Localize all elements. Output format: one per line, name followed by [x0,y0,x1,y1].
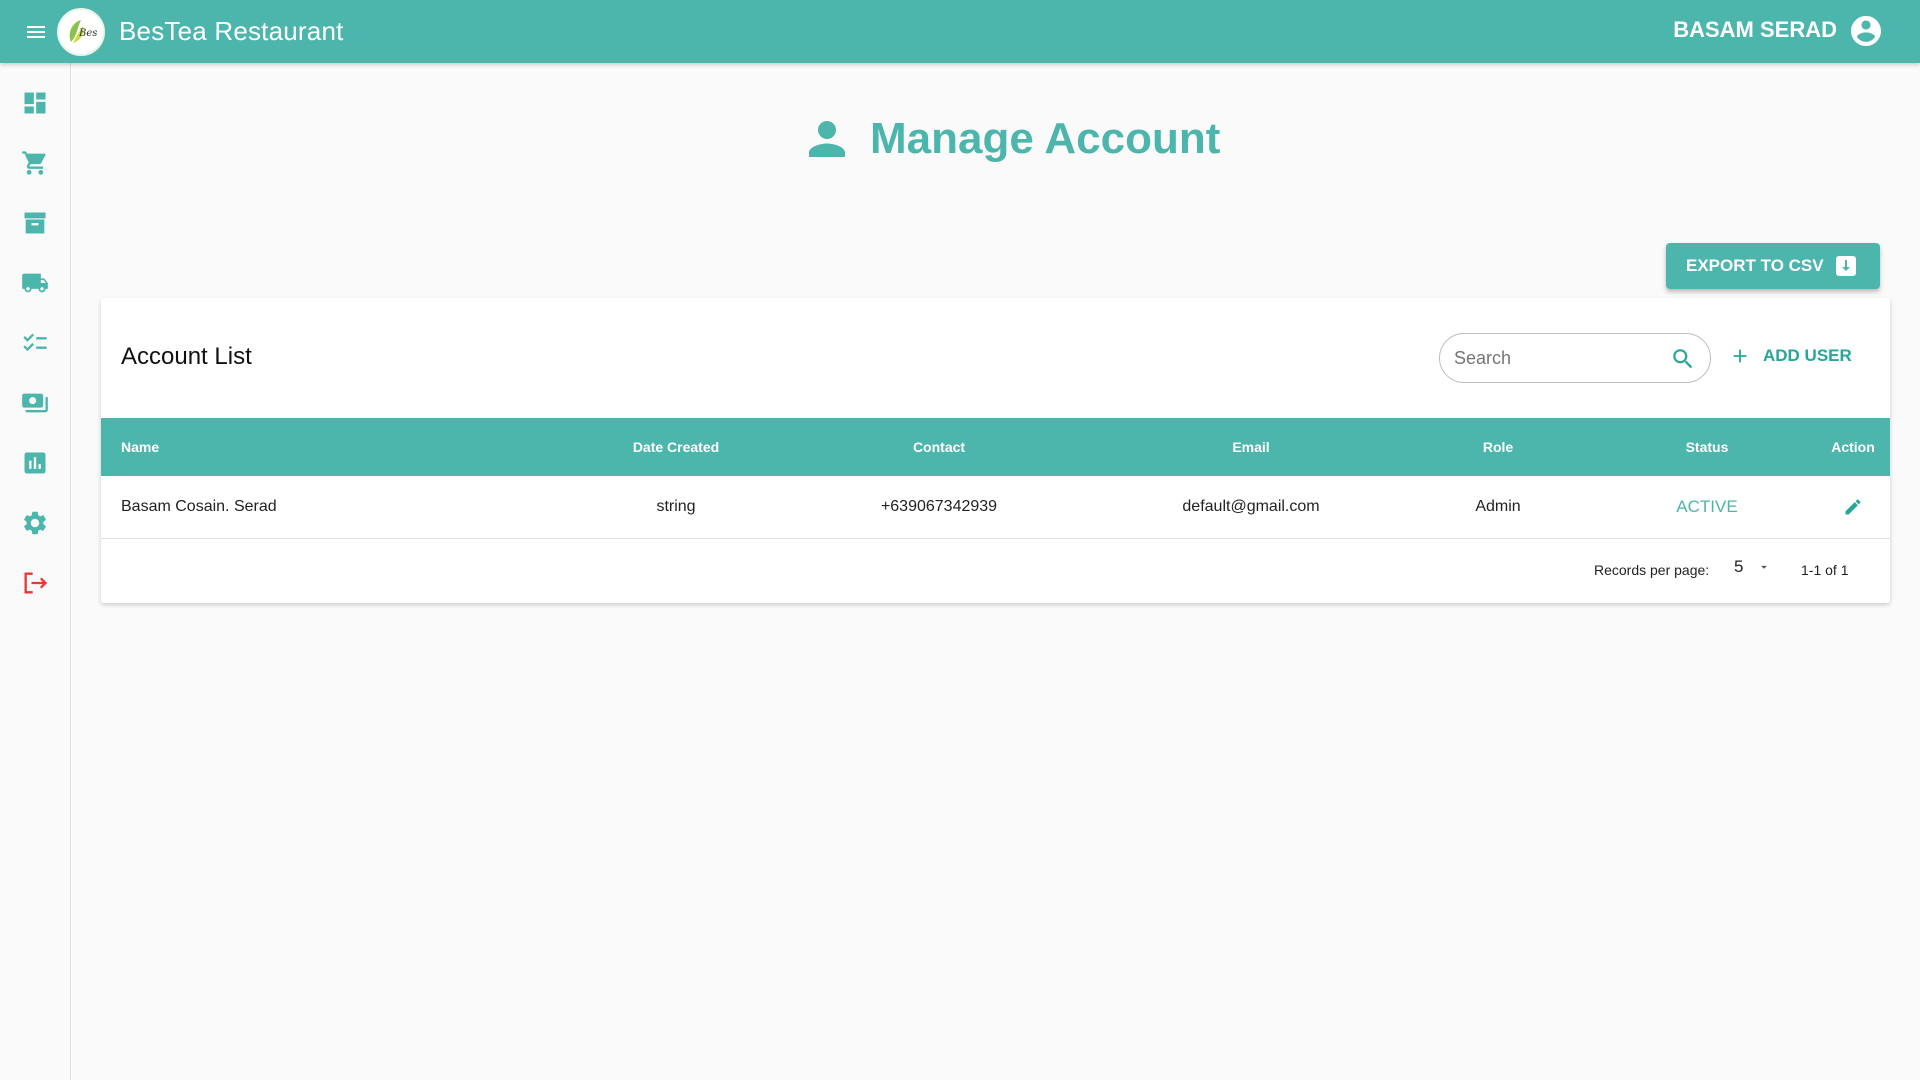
column-header-email[interactable]: Email [1131,418,1371,476]
records-per-page-value: 5 [1734,557,1744,576]
logout-icon[interactable] [19,567,51,599]
export-csv-button[interactable]: EXPORT TO CSV [1666,243,1880,289]
app-title: BesTea Restaurant [119,16,344,46]
search-icon[interactable] [1670,346,1696,377]
search-field[interactable] [1439,333,1711,383]
table-footer: Records per page: 5 1-1 of 1 [101,539,1890,603]
page-title: Manage Account [870,114,1221,163]
menu-icon[interactable] [19,15,53,49]
restaurant-logo: Bes [57,7,105,56]
sidebar [0,63,71,1080]
pagination-range: 1-1 of 1 [1801,562,1849,578]
archive-icon[interactable] [19,207,51,239]
status-badge: ACTIVE [1676,497,1738,516]
user-name: BASAM SERAD [1673,17,1837,42]
truck-icon[interactable] [19,267,51,299]
person-icon [809,121,845,157]
column-header-status[interactable]: Status [1587,418,1827,476]
column-header-name[interactable]: Name [121,418,159,476]
table-header: Name Date Created Contact Email Role Sta… [101,418,1890,476]
caret-down-icon [1761,565,1768,569]
cell-name: Basam Cosain. Serad [121,498,277,515]
account-circle-icon[interactable] [1848,13,1884,49]
table-row: Basam Cosain. Serad string +639067342939… [101,476,1890,539]
settings-icon[interactable] [19,507,51,539]
export-csv-label: EXPORT TO CSV [1686,256,1824,275]
column-header-action: Action [1831,439,1875,455]
account-list-card: Account List ADD USER Name Date Created … [101,298,1890,603]
column-header-date-created[interactable]: Date Created [556,418,796,476]
cell-date-created: string [656,498,696,515]
top-app-bar: Bes BesTea Restaurant BASAM SERAD [0,0,1920,63]
cell-email: default@gmail.com [1182,498,1320,515]
dashboard-icon[interactable] [19,87,51,119]
edit-icon[interactable] [1793,476,1890,538]
svg-text:Bes: Bes [78,28,97,39]
search-input[interactable] [1454,346,1654,370]
column-header-role[interactable]: Role [1378,418,1618,476]
checklist-icon[interactable] [19,327,51,359]
column-header-contact[interactable]: Contact [819,418,1059,476]
add-user-button[interactable]: ADD USER [1729,345,1852,367]
download-box-icon [1834,254,1858,283]
cell-contact: +639067342939 [880,498,998,515]
card-title: Account List [121,343,252,370]
plus-icon [1733,349,1747,363]
records-per-page-label: Records per page: [1594,562,1710,578]
report-icon[interactable] [19,447,51,479]
cart-icon[interactable] [19,147,51,179]
add-user-label: ADD USER [1763,346,1852,365]
money-icon[interactable] [19,387,51,419]
records-per-page-select[interactable]: 5 [1734,557,1771,577]
cell-role: Admin [1475,498,1521,515]
page-header: Manage Account [800,112,1220,166]
